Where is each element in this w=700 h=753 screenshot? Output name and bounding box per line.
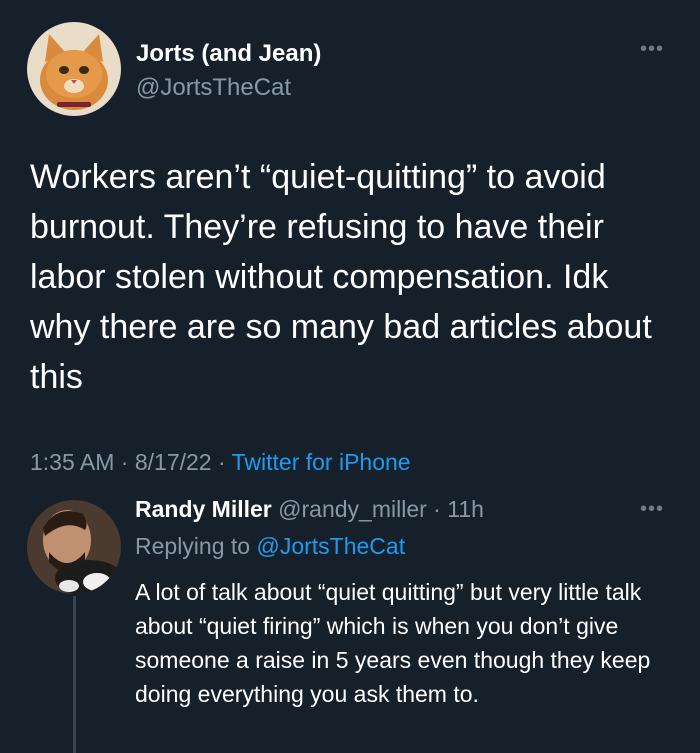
thread-line	[73, 596, 76, 753]
meta-separator: ·	[217, 449, 232, 475]
reply-more-horizontal-icon[interactable]: •••	[640, 498, 664, 521]
meta-separator: ·	[120, 449, 135, 475]
reply-author-avatar[interactable]	[27, 500, 121, 594]
reply-separator: ·	[433, 496, 448, 522]
man-with-cat-avatar-image	[27, 500, 121, 594]
tweet-meta: 1:35 AM · 8/17/22 · Twitter for iPhone	[30, 449, 411, 476]
tweet-source[interactable]: Twitter for iPhone	[232, 449, 411, 475]
tweet-text: Workers aren’t “quiet-quitting” to avoid…	[30, 158, 652, 396]
reply-header: Randy Miller @randy_miller · 11h	[135, 496, 484, 523]
more-horizontal-icon[interactable]: •••	[640, 38, 664, 61]
tweet-date[interactable]: 8/17/22	[135, 449, 212, 475]
reply-age[interactable]: 11h	[447, 496, 484, 522]
reply-text: A lot of talk about “quiet quitting” but…	[135, 579, 651, 707]
tweet-time[interactable]: 1:35 AM	[30, 449, 114, 475]
author-avatar[interactable]	[27, 22, 121, 116]
reply-author-name[interactable]: Randy Miller	[135, 496, 272, 522]
author-handle[interactable]: @JortsTheCat	[136, 74, 291, 102]
reply-author-handle[interactable]: @randy_miller	[278, 496, 427, 522]
replying-to: Replying to @JortsTheCat	[135, 533, 405, 560]
cat-avatar-image	[27, 22, 121, 116]
author-name[interactable]: Jorts (and Jean)	[136, 40, 321, 68]
replying-to-mention[interactable]: @JortsTheCat	[256, 533, 405, 559]
replying-prefix: Replying to	[135, 533, 251, 559]
